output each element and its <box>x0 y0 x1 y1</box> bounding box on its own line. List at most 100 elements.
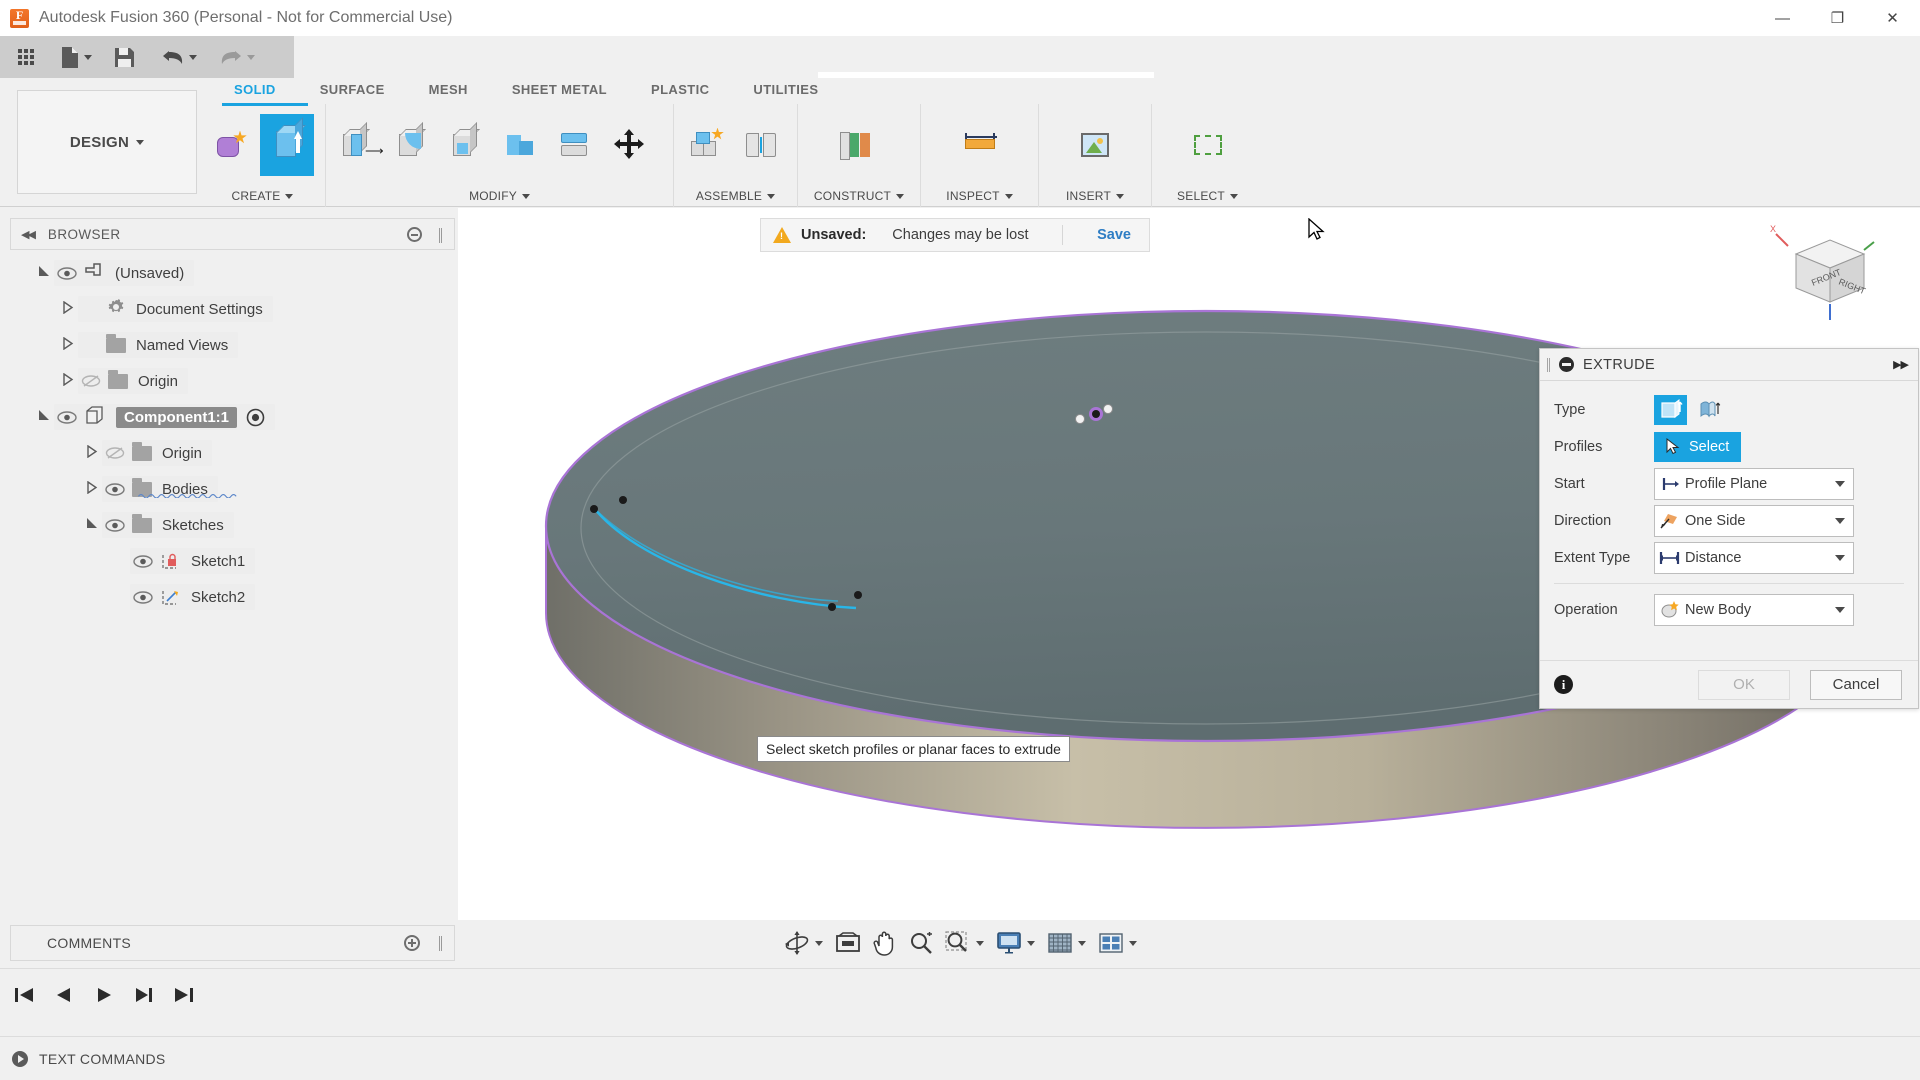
construct-group-dropdown[interactable]: CONSTRUCT <box>798 185 920 207</box>
inspect-group-dropdown[interactable]: INSPECT <box>921 185 1038 207</box>
tree-node-sketch2[interactable]: Sketch2 <box>10 579 455 615</box>
tree-node-component-origin[interactable]: Origin <box>10 435 455 471</box>
tree-node-sketch1[interactable]: Sketch1 <box>10 543 455 579</box>
visibility-eye-off-icon[interactable] <box>78 374 104 388</box>
orbit-tool[interactable] <box>778 926 829 960</box>
dialog-drag-grip[interactable] <box>1547 357 1550 372</box>
text-commands-expand-icon[interactable] <box>12 1050 28 1067</box>
play-button[interactable] <box>90 981 118 1009</box>
undo-button[interactable] <box>155 36 203 78</box>
new-file-button[interactable] <box>54 36 98 78</box>
zoom-tool[interactable] <box>903 926 939 960</box>
joint-command[interactable] <box>734 114 788 176</box>
extrude-profile-type-toggle[interactable] <box>1654 394 1687 425</box>
assemble-group-dropdown[interactable]: ASSEMBLE <box>674 185 797 207</box>
notification-save-link[interactable]: Save <box>1097 227 1131 243</box>
create-group-dropdown[interactable]: CREATE <box>200 185 325 207</box>
fillet-command[interactable] <box>386 114 440 176</box>
redo-button[interactable] <box>213 36 261 78</box>
display-settings[interactable] <box>990 926 1041 960</box>
shell-command[interactable] <box>440 114 494 176</box>
step-back-button[interactable] <box>50 981 78 1009</box>
chevron-down-icon[interactable] <box>1835 480 1845 487</box>
tab-sheet-metal[interactable]: SHEET METAL <box>490 78 629 104</box>
tab-plastic[interactable]: PLASTIC <box>629 78 731 104</box>
select-group-dropdown[interactable]: SELECT <box>1152 185 1263 207</box>
chevron-down-icon[interactable] <box>815 940 823 946</box>
expand-toggle-icon[interactable] <box>58 300 78 317</box>
move-copy-command[interactable] <box>602 114 656 176</box>
workspace-switcher[interactable]: DESIGN <box>17 90 197 194</box>
tab-utilities[interactable]: UTILITIES <box>731 78 840 104</box>
chevron-down-icon[interactable] <box>1835 606 1845 613</box>
expand-toggle-icon[interactable] <box>34 265 54 281</box>
app-grid-icon[interactable] <box>12 36 40 78</box>
dialog-collapse-icon[interactable] <box>1559 357 1574 372</box>
ok-button[interactable]: OK <box>1698 669 1790 700</box>
expand-toggle-icon[interactable] <box>58 336 78 353</box>
tree-node-sketches[interactable]: Sketches <box>10 507 455 543</box>
expand-toggle-icon[interactable] <box>82 480 102 497</box>
tree-node-unsaved[interactable]: (Unsaved) <box>10 255 455 291</box>
viewports-settings[interactable] <box>1092 926 1143 960</box>
modify-group-dropdown[interactable]: MODIFY <box>326 185 673 207</box>
comments-resize-grip[interactable] <box>439 936 442 951</box>
grid-settings[interactable] <box>1041 926 1092 960</box>
save-button[interactable] <box>108 36 141 78</box>
add-comment-icon[interactable] <box>404 935 420 951</box>
jump-to-end-button[interactable] <box>170 981 198 1009</box>
extrude-dialog[interactable]: EXTRUDE ▶▶ Type Profiles Select Start Pr… <box>1539 348 1919 709</box>
tree-node-component1[interactable]: Component1:1 <box>10 399 455 435</box>
extrude-dialog-header[interactable]: EXTRUDE ▶▶ <box>1540 349 1918 381</box>
profiles-select-button[interactable]: Select <box>1654 431 1742 462</box>
browser-minimize-icon[interactable] <box>407 227 422 242</box>
new-component-command[interactable] <box>680 114 734 176</box>
direction-combobox[interactable]: One Side <box>1654 504 1854 537</box>
offset-plane-command[interactable] <box>832 114 886 176</box>
create-form-command[interactable] <box>206 114 260 176</box>
minimize-button[interactable]: — <box>1755 0 1810 36</box>
fit-tool[interactable] <box>939 926 990 960</box>
dialog-expand-icon[interactable]: ▶▶ <box>1893 358 1909 371</box>
expand-toggle-icon[interactable] <box>34 409 54 425</box>
measure-command[interactable] <box>953 114 1007 176</box>
start-combobox[interactable]: Profile Plane <box>1654 467 1854 500</box>
chevron-down-icon[interactable] <box>976 940 984 946</box>
info-icon[interactable]: i <box>1554 675 1573 694</box>
tree-node-bodies[interactable]: Bodies <box>10 471 455 507</box>
chevron-down-icon[interactable] <box>1129 940 1137 946</box>
extent-type-combobox[interactable]: Distance <box>1654 541 1854 574</box>
tab-surface[interactable]: SURFACE <box>298 78 407 104</box>
press-pull-command[interactable]: ⟶ <box>332 114 386 176</box>
browser-resize-grip[interactable] <box>439 228 442 243</box>
tab-solid[interactable]: SOLID <box>212 78 298 104</box>
extrude-taper-type-toggle[interactable] <box>1693 395 1726 425</box>
activate-component-radio[interactable] <box>246 408 265 427</box>
expand-toggle-icon[interactable] <box>58 372 78 389</box>
text-commands-bar[interactable]: TEXT COMMANDS <box>0 1036 1920 1080</box>
chevron-down-icon[interactable] <box>1835 517 1845 524</box>
visibility-eye-icon[interactable] <box>54 410 80 424</box>
visibility-eye-icon[interactable] <box>102 518 128 532</box>
operation-combobox[interactable]: New Body <box>1654 593 1854 626</box>
offset-face-command[interactable] <box>548 114 602 176</box>
close-button[interactable]: ✕ <box>1865 0 1920 36</box>
visibility-eye-icon[interactable] <box>102 482 128 496</box>
tree-node-origin-root[interactable]: Origin <box>10 363 455 399</box>
visibility-eye-off-icon[interactable] <box>102 446 128 460</box>
collapse-browser-icon[interactable]: ◀◀ <box>21 228 36 241</box>
tree-node-named-views[interactable]: Named Views <box>10 327 455 363</box>
insert-group-dropdown[interactable]: INSERT <box>1039 185 1151 207</box>
chevron-down-icon[interactable] <box>1835 554 1845 561</box>
tree-node-document-settings[interactable]: Document Settings <box>10 291 455 327</box>
insert-image-command[interactable] <box>1068 114 1122 176</box>
visibility-eye-icon[interactable] <box>130 590 156 604</box>
expand-toggle-icon[interactable] <box>82 517 102 533</box>
maximize-button[interactable]: ❐ <box>1810 0 1865 36</box>
cancel-button[interactable]: Cancel <box>1810 669 1902 700</box>
step-forward-button[interactable] <box>130 981 158 1009</box>
expand-toggle-icon[interactable] <box>82 444 102 461</box>
look-at-tool[interactable] <box>829 926 867 960</box>
extrude-command[interactable] <box>260 113 314 176</box>
jump-to-beginning-button[interactable] <box>10 981 38 1009</box>
